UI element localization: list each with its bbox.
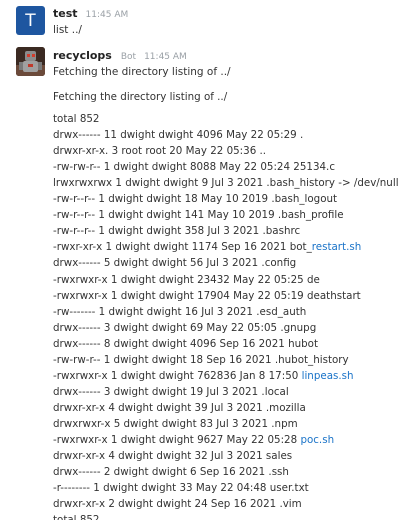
directory-listing: total 852 drwx------ 11 dwight dwight 409… bbox=[53, 111, 399, 520]
listing-line: -rw-r--r-- 1 dwight dwight 18 May 10 201… bbox=[53, 191, 398, 207]
listing-line-text: lrwxrwxrwx 1 dwight dwight 9 Jul 3 2021 … bbox=[53, 177, 399, 190]
listing-line: -rw------- 1 dwight dwight 16 Jul 3 2021… bbox=[53, 304, 398, 320]
listing-line: total 852 bbox=[53, 512, 398, 520]
listing-line-text: total 852 bbox=[53, 514, 99, 520]
message-text: Fetching the directory listing of ../ bbox=[53, 66, 231, 78]
listing-line: drwx------ 8 dwight dwight 4096 Sep 16 2… bbox=[53, 336, 398, 352]
listing-line-text: -rw-rw-r-- 1 dwight dwight 8088 May 22 0… bbox=[53, 161, 335, 174]
listing-line-text: -rw-r--r-- 1 dwight dwight 18 May 10 201… bbox=[53, 193, 338, 206]
listing-line: drwxr-xr-x 4 dwight dwight 32 Jul 3 2021… bbox=[53, 448, 398, 464]
listing-line-text: drwxr-xr-x 4 dwight dwight 39 Jul 3 2021… bbox=[53, 401, 306, 414]
file-link[interactable]: linpeas.sh bbox=[302, 370, 354, 382]
listing-line-text: -rwxrwxr-x 1 dwight dwight 762836 Jan 8 … bbox=[53, 369, 302, 382]
listing-line-text: drwx------ 8 dwight dwight 4096 Sep 16 2… bbox=[53, 337, 318, 350]
listing-line-text: drwxrwxr-x 5 dwight dwight 83 Jul 3 2021… bbox=[53, 417, 298, 430]
listing-line: -rw-r--r-- 1 dwight dwight 358 Jul 3 202… bbox=[53, 223, 398, 239]
message-header: test 11:45 AM bbox=[53, 7, 128, 20]
listing-line: drwxr-xr-x 4 dwight dwight 39 Jul 3 2021… bbox=[53, 400, 398, 416]
message-text: list ../ bbox=[53, 24, 82, 36]
file-link[interactable]: restart.sh bbox=[312, 241, 362, 253]
listing-line: -rw-rw-r-- 1 dwight dwight 8088 May 22 0… bbox=[53, 159, 398, 175]
author-name[interactable]: recyclops bbox=[53, 49, 112, 62]
listing-line: drwx------ 2 dwight dwight 6 Sep 16 2021… bbox=[53, 464, 398, 480]
user-avatar[interactable]: T bbox=[16, 6, 45, 35]
file-link[interactable]: poc.sh bbox=[300, 434, 334, 446]
listing-line: drwx------ 11 dwight dwight 4096 May 22 … bbox=[53, 127, 398, 143]
robot-avatar-icon bbox=[16, 47, 45, 76]
message-header: recyclops Bot 11:45 AM bbox=[53, 49, 187, 62]
avatar-letter: T bbox=[25, 10, 36, 31]
listing-line: -rw-rw-r-- 1 dwight dwight 18 Sep 16 202… bbox=[53, 352, 398, 368]
message-recyclops: recyclops Bot 11:45 AM Fetching the dire… bbox=[0, 42, 405, 520]
listing-line: drwxr-xr-x 2 dwight dwight 24 Sep 16 202… bbox=[53, 496, 398, 512]
listing-line: drwx------ 5 dwight dwight 56 Jul 3 2021… bbox=[53, 255, 398, 271]
author-name[interactable]: test bbox=[53, 7, 78, 20]
message-test: T test 11:45 AM list ../ bbox=[0, 0, 405, 42]
listing-line: drwxr-xr-x. 3 root root 20 May 22 05:36 … bbox=[53, 143, 398, 159]
listing-line: lrwxrwxrwx 1 dwight dwight 9 Jul 3 2021 … bbox=[53, 175, 399, 191]
listing-line-text: drwxr-xr-x 4 dwight dwight 32 Jul 3 2021… bbox=[53, 450, 293, 463]
listing-line-text: -rwxrwxr-x 1 dwight dwight 23432 May 22 … bbox=[53, 273, 320, 286]
listing-line: -r-------- 1 dwight dwight 33 May 22 04:… bbox=[53, 480, 398, 496]
message-time[interactable]: 11:45 AM bbox=[86, 10, 129, 20]
listing-line: -rwxr-xr-x 1 dwight dwight 1174 Sep 16 2… bbox=[53, 239, 398, 255]
listing-line: total 852 bbox=[53, 111, 398, 127]
listing-line-text: drwx------ 3 dwight dwight 69 May 22 05:… bbox=[53, 321, 317, 334]
listing-line-text: drwxr-xr-x 2 dwight dwight 24 Sep 16 202… bbox=[53, 498, 302, 511]
bot-badge: Bot bbox=[120, 52, 137, 62]
listing-line-text: -r-------- 1 dwight dwight 33 May 22 04:… bbox=[53, 482, 309, 495]
listing-line-text: -rw-rw-r-- 1 dwight dwight 18 Sep 16 202… bbox=[53, 353, 349, 366]
listing-line: -rwxrwxr-x 1 dwight dwight 23432 May 22 … bbox=[53, 272, 398, 288]
listing-line-text: -rw------- 1 dwight dwight 16 Jul 3 2021… bbox=[53, 305, 307, 318]
listing-block: Fetching the directory listing of ../ to… bbox=[53, 89, 399, 520]
listing-line-text: drwx------ 11 dwight dwight 4096 May 22 … bbox=[53, 129, 304, 142]
listing-line-text: drwx------ 2 dwight dwight 6 Sep 16 2021… bbox=[53, 466, 289, 479]
listing-line-text: total 852 bbox=[53, 113, 100, 126]
listing-line: -rw-r--r-- 1 dwight dwight 141 May 10 20… bbox=[53, 207, 398, 223]
listing-line: -rwxrwxr-x 1 dwight dwight 762836 Jan 8 … bbox=[53, 368, 398, 384]
listing-line-text: drwx------ 5 dwight dwight 56 Jul 3 2021… bbox=[53, 257, 297, 270]
listing-line: drwxrwxr-x 5 dwight dwight 83 Jul 3 2021… bbox=[53, 416, 398, 432]
listing-line-text: drwxr-xr-x. 3 root root 20 May 22 05:36 … bbox=[53, 145, 267, 158]
listing-line: drwx------ 3 dwight dwight 19 Jul 3 2021… bbox=[53, 384, 398, 400]
listing-line: drwx------ 3 dwight dwight 69 May 22 05:… bbox=[53, 320, 398, 336]
bot-avatar[interactable] bbox=[16, 47, 45, 76]
listing-line-text: drwx------ 3 dwight dwight 19 Jul 3 2021… bbox=[53, 385, 289, 398]
listing-line-text: -rw-r--r-- 1 dwight dwight 141 May 10 20… bbox=[53, 209, 344, 222]
message-time[interactable]: 11:45 AM bbox=[144, 52, 187, 62]
listing-line-text: -rwxrwxr-x 1 dwight dwight 17904 May 22 … bbox=[53, 289, 361, 302]
listing-line: -rwxrwxr-x 1 dwight dwight 9627 May 22 0… bbox=[53, 432, 398, 448]
listing-line-text: -rwxrwxr-x 1 dwight dwight 9627 May 22 0… bbox=[53, 433, 301, 446]
listing-line: -rwxrwxr-x 1 dwight dwight 17904 May 22 … bbox=[53, 288, 398, 304]
listing-line-text: -rwxr-xr-x 1 dwight dwight 1174 Sep 16 2… bbox=[53, 241, 312, 254]
listing-line-text: -rw-r--r-- 1 dwight dwight 358 Jul 3 202… bbox=[53, 225, 301, 238]
listing-heading: Fetching the directory listing of ../ bbox=[53, 91, 228, 103]
